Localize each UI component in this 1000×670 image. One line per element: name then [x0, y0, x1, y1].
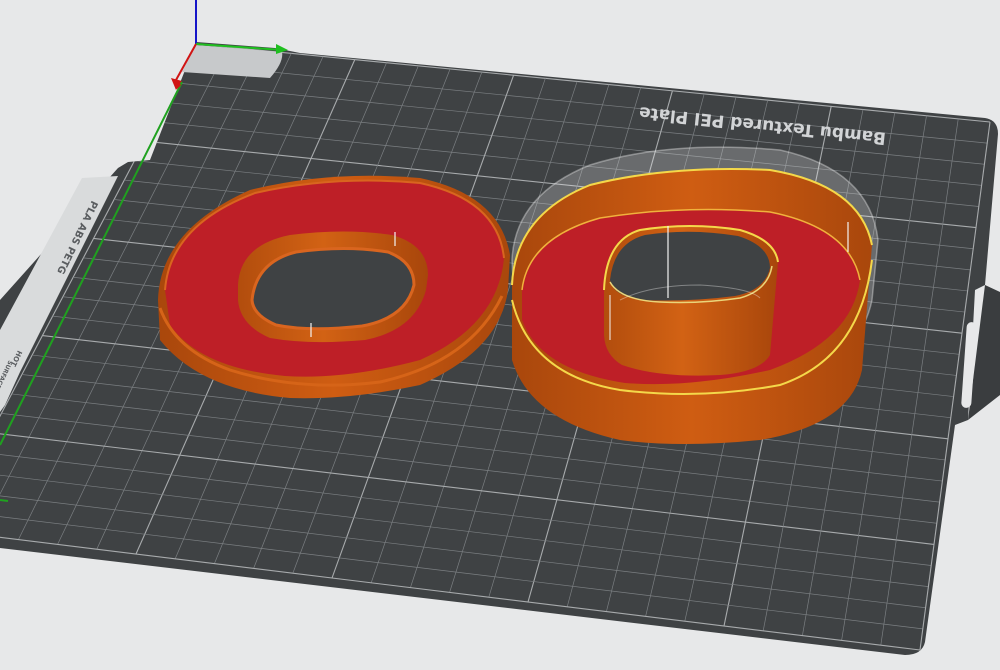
3d-viewport[interactable]: PLA ABS PETG HOT SURFACE Bambu Textured …	[0, 0, 1000, 670]
plate-bottom-guide	[0, 499, 9, 502]
right-ring-inner-top	[610, 231, 770, 301]
scene-canvas[interactable]: PLA ABS PETG HOT SURFACE Bambu Textured …	[0, 0, 1000, 670]
right-ring-object[interactable]	[511, 146, 879, 444]
